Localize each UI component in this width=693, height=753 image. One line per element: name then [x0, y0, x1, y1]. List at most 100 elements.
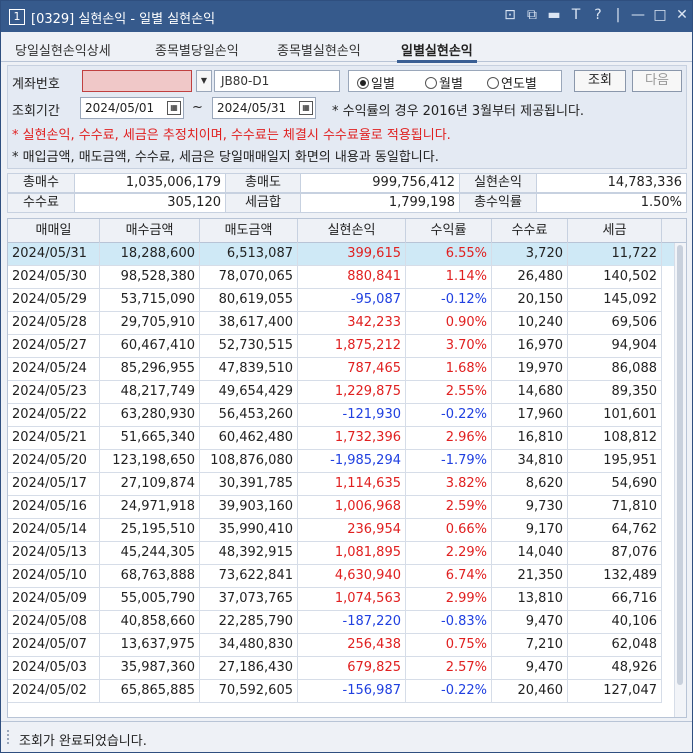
minimize-icon[interactable]: —: [629, 7, 647, 23]
buy-amount-cell: 25,195,510: [100, 519, 200, 542]
trade-date-cell: 2024/05/21: [8, 427, 100, 450]
table-row[interactable]: 2024/05/14 25,195,510 35,990,410 236,954 0.6…: [8, 519, 674, 542]
account-number-input[interactable]: [82, 70, 192, 92]
screen-number-badge: 1: [9, 9, 25, 25]
title-bar[interactable]: 1 [0329] 실현손익 - 일별 실현손익 ⊡ ⧉ ▬ T ? | — □ …: [1, 1, 692, 32]
table-row[interactable]: 2024/05/07 13,637,975 34,480,830 256,438 0.7…: [8, 634, 674, 657]
tax-label: 세금합: [225, 193, 301, 213]
tax-cell: 62,048: [568, 634, 662, 657]
tab-daily-realized-pnl[interactable]: 일별실현손익: [397, 40, 477, 63]
table-row[interactable]: 2024/05/08 40,858,660 22,285,790 -187,220 -0…: [8, 611, 674, 634]
tax-cell: 87,076: [568, 542, 662, 565]
radio-yearly[interactable]: 연도별: [487, 73, 537, 92]
return-rate-cell: 6.74%: [406, 565, 492, 588]
table-row[interactable]: 2024/05/23 48,217,749 49,654,429 1,229,875 2…: [8, 381, 674, 404]
fee-cell: 9,170: [492, 519, 568, 542]
column-header-tax[interactable]: 세금: [568, 219, 662, 243]
realized-pnl-cell: 1,875,212: [298, 335, 406, 358]
realized-pnl-cell: 342,233: [298, 312, 406, 335]
column-header-return-rate[interactable]: 수익률: [406, 219, 492, 243]
table-row[interactable]: 2024/05/20 123,198,650 108,876,080 -1,985,2…: [8, 450, 674, 473]
realized-pnl-cell: 1,006,968: [298, 496, 406, 519]
account-label: 계좌번호: [12, 77, 60, 92]
status-message: 조회가 완료되었습니다.: [19, 734, 147, 749]
fee-cell: 8,620: [492, 473, 568, 496]
table-row[interactable]: 2024/05/02 65,865,885 70,592,605 -156,987 -0…: [8, 680, 674, 703]
calendar-icon[interactable]: ▦: [167, 101, 181, 115]
return-rate-cell: -0.22%: [406, 680, 492, 703]
realized-pnl-cell: -156,987: [298, 680, 406, 703]
pin-icon[interactable]: ▬: [545, 7, 563, 23]
account-dropdown-button[interactable]: ▼: [196, 70, 212, 92]
tab-stock-realized-pnl[interactable]: 종목별실현손익: [277, 40, 361, 62]
fee-cell: 10,240: [492, 312, 568, 335]
tab-bar: 당일실현손익상세 종목별당일손익 종목별실현손익 일별실현손익: [1, 32, 692, 63]
tax-cell: 127,047: [568, 680, 662, 703]
sell-amount-cell: 34,480,830: [200, 634, 298, 657]
column-header-fee[interactable]: 수수료: [492, 219, 568, 243]
return-rate-cell: 2.99%: [406, 588, 492, 611]
date-to-input[interactable]: 2024/05/31 ▦: [212, 97, 316, 119]
table-row[interactable]: 2024/05/30 98,528,380 78,070,065 880,841 1.1…: [8, 266, 674, 289]
sell-amount-cell: 39,903,160: [200, 496, 298, 519]
table-row[interactable]: 2024/05/16 24,971,918 39,903,160 1,006,968 2…: [8, 496, 674, 519]
buy-amount-cell: 98,528,380: [100, 266, 200, 289]
total-sell-value: 999,756,412: [300, 173, 460, 193]
realized-pnl-cell: 1,229,875: [298, 381, 406, 404]
fee-cell: 20,150: [492, 289, 568, 312]
return-rate-cell: 2.96%: [406, 427, 492, 450]
sell-amount-cell: 52,730,515: [200, 335, 298, 358]
return-rate-cell: 3.70%: [406, 335, 492, 358]
tax-cell: 108,812: [568, 427, 662, 450]
buy-amount-cell: 29,705,910: [100, 312, 200, 335]
titlebar-divider: |: [615, 7, 621, 23]
help-icon[interactable]: ?: [589, 7, 607, 23]
close-icon[interactable]: ✕: [673, 7, 691, 23]
table-row[interactable]: 2024/05/21 51,665,340 60,462,480 1,732,396 2…: [8, 427, 674, 450]
table-row[interactable]: 2024/05/09 55,005,790 37,073,765 1,074,563 2…: [8, 588, 674, 611]
font-size-icon[interactable]: T: [567, 7, 585, 23]
table-row[interactable]: 2024/05/17 27,109,874 30,391,785 1,114,635 3…: [8, 473, 674, 496]
trade-date-cell: 2024/05/14: [8, 519, 100, 542]
total-buy-value: 1,035,006,179: [74, 173, 226, 193]
date-from-input[interactable]: 2024/05/01 ▦: [80, 97, 184, 119]
maximize-icon[interactable]: □: [651, 7, 669, 23]
realized-pnl-cell: 880,841: [298, 266, 406, 289]
table-row[interactable]: 2024/05/22 63,280,930 56,453,260 -121,930 -0…: [8, 404, 674, 427]
tab-stock-daily-pnl[interactable]: 종목별당일손익: [155, 40, 239, 62]
date-separator: ~: [192, 100, 203, 115]
buy-amount-cell: 65,865,885: [100, 680, 200, 703]
table-row[interactable]: 2024/05/03 35,987,360 27,186,430 679,825 2.5…: [8, 657, 674, 680]
table-row[interactable]: 2024/05/28 29,705,910 38,617,400 342,233 0.9…: [8, 312, 674, 335]
link-icon[interactable]: ⊡: [501, 7, 519, 23]
next-button[interactable]: 다음: [632, 70, 682, 92]
radio-monthly[interactable]: 월별: [425, 73, 463, 92]
table-row[interactable]: 2024/05/31 18,288,600 6,513,087 399,615 6.55…: [8, 243, 674, 266]
tab-daily-detail[interactable]: 당일실현손익상세: [15, 40, 111, 62]
table-row[interactable]: 2024/05/13 45,244,305 48,392,915 1,081,895 2…: [8, 542, 674, 565]
total-return-value: 1.50%: [536, 193, 687, 213]
search-button[interactable]: 조회: [574, 70, 626, 92]
table-row[interactable]: 2024/05/29 53,715,090 80,619,055 -95,087 -0.…: [8, 289, 674, 312]
calendar-icon[interactable]: ▦: [299, 101, 313, 115]
realized-pnl-cell: 1,114,635: [298, 473, 406, 496]
table-row[interactable]: 2024/05/27 60,467,410 52,730,515 1,875,212 3…: [8, 335, 674, 358]
return-rate-cell: 6.55%: [406, 243, 492, 266]
tax-cell: 69,506: [568, 312, 662, 335]
sell-amount-cell: 108,876,080: [200, 450, 298, 473]
vertical-scrollbar[interactable]: [674, 243, 686, 717]
fee-cell: 9,470: [492, 657, 568, 680]
column-header-buy-amount[interactable]: 매수금액: [100, 219, 200, 243]
column-header-sell-amount[interactable]: 매도금액: [200, 219, 298, 243]
column-header-trade-date[interactable]: 매매일: [8, 219, 100, 243]
return-rate-cell: 0.90%: [406, 312, 492, 335]
column-header-realized-pnl[interactable]: 실현손익: [298, 219, 406, 243]
trade-date-cell: 2024/05/31: [8, 243, 100, 266]
scrollbar-thumb[interactable]: [677, 245, 683, 685]
table-row[interactable]: 2024/05/24 85,296,955 47,839,510 787,465 1.6…: [8, 358, 674, 381]
radio-daily[interactable]: 일별: [357, 73, 395, 92]
realized-pnl-cell: 1,074,563: [298, 588, 406, 611]
account-name-field: JB80-D1: [214, 70, 340, 92]
copy-window-icon[interactable]: ⧉: [523, 7, 541, 23]
table-row[interactable]: 2024/05/10 68,763,888 73,622,841 4,630,940 6…: [8, 565, 674, 588]
